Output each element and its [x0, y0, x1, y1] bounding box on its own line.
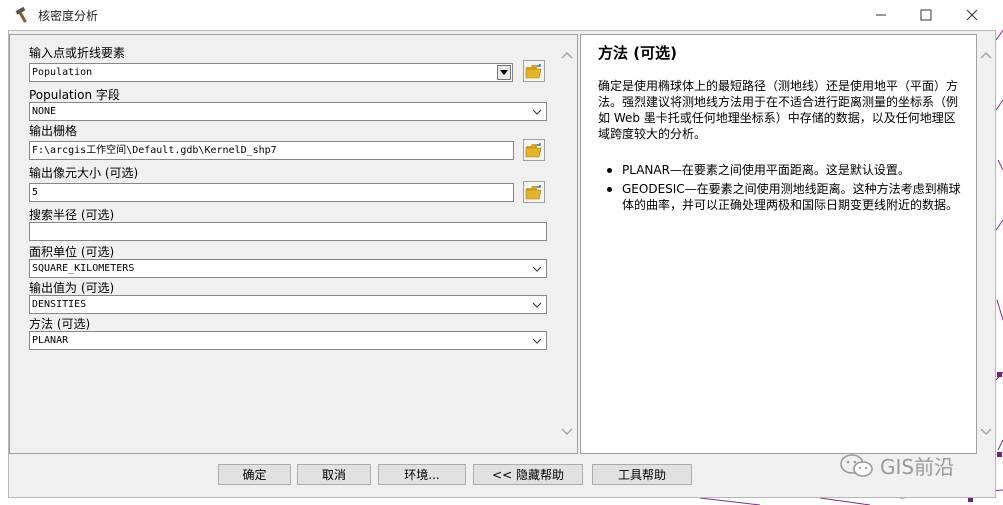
- open-folder-icon: [525, 143, 542, 158]
- cell-size-label: 输出像元大小 (可选): [29, 166, 139, 180]
- browse-output-button[interactable]: [523, 139, 545, 161]
- output-values-value: DENSITIES: [32, 299, 87, 310]
- method-label: 方法 (可选): [29, 317, 91, 331]
- area-units-value: SQUARE_KILOMETERS: [32, 263, 135, 274]
- window-title: 核密度分析: [38, 9, 99, 23]
- cell-size-value: 5: [32, 187, 39, 198]
- method-value: PLANAR: [32, 335, 69, 346]
- browse-cellsize-button[interactable]: [523, 181, 545, 203]
- maximize-icon: [920, 9, 932, 21]
- chevron-down-icon: [530, 333, 544, 348]
- bullet-icon: [607, 187, 612, 192]
- output-values-label: 输出值为 (可选): [29, 281, 115, 295]
- close-icon: [966, 9, 978, 21]
- population-field-value: NONE: [32, 106, 57, 117]
- population-field-label: Population 字段: [29, 88, 120, 102]
- chevron-down-icon: [530, 104, 544, 119]
- output-raster-label: 输出栅格: [29, 124, 78, 138]
- open-folder-icon: [525, 185, 542, 200]
- chevron-down-icon: [530, 297, 544, 312]
- wechat-icon: [840, 453, 873, 477]
- chevron-down-icon: [561, 428, 573, 436]
- maximize-button[interactable]: [903, 0, 949, 30]
- minimize-icon: [876, 14, 886, 16]
- search-radius-input[interactable]: [29, 222, 547, 241]
- cancel-button[interactable]: 取消: [297, 464, 371, 485]
- area-units-select[interactable]: SQUARE_KILOMETERS: [29, 259, 547, 278]
- title-bar[interactable]: 核密度分析: [8, 0, 996, 30]
- output-raster-input[interactable]: F:\arcgis工作空间\Default.gdb\KernelD_shp7: [29, 141, 514, 160]
- minimize-button[interactable]: [858, 0, 904, 30]
- ok-button[interactable]: 确定: [218, 464, 291, 485]
- chevron-up-icon: [980, 51, 992, 59]
- help-title: 方法 (可选): [598, 44, 677, 62]
- method-select[interactable]: PLANAR: [29, 331, 547, 350]
- environments-button[interactable]: 环境...: [378, 464, 466, 485]
- close-button[interactable]: [949, 0, 995, 30]
- watermark-text: GIS前沿: [880, 455, 955, 479]
- parameters-scrollbar[interactable]: [558, 36, 576, 452]
- chevron-down-icon: [530, 261, 544, 276]
- open-folder-icon: [525, 64, 542, 79]
- input-features-combo[interactable]: Population: [29, 63, 513, 82]
- cell-size-input[interactable]: 5: [29, 183, 514, 202]
- help-bullet-planar: PLANAR—在要素之间使用平面距离。这是默认设置。: [607, 162, 967, 178]
- watermark: GIS前沿: [838, 451, 954, 480]
- search-radius-label: 搜索半径 (可选): [29, 208, 115, 222]
- browse-input-button[interactable]: [523, 60, 545, 82]
- help-scrollbar[interactable]: [977, 36, 995, 452]
- tool-help-button[interactable]: 工具帮助: [592, 464, 692, 485]
- input-features-value: Population: [32, 67, 93, 78]
- output-raster-value: F:\arcgis工作空间\Default.gdb\KernelD_shp7: [32, 145, 277, 156]
- hammer-icon: [14, 6, 32, 24]
- population-field-select[interactable]: NONE: [29, 102, 547, 121]
- chevron-down-icon: [980, 428, 992, 436]
- hide-help-button[interactable]: << 隐藏帮助: [473, 464, 583, 485]
- help-description: 确定是使用椭球体上的最短路径（测地线）还是使用地平（平面）方法。强烈建议将测地线…: [598, 79, 959, 141]
- chevron-down-icon[interactable]: [497, 65, 511, 80]
- chevron-up-icon: [561, 51, 573, 59]
- bullet-icon: [607, 168, 612, 173]
- input-features-label: 输入点或折线要素: [29, 46, 126, 60]
- area-units-label: 面积单位 (可选): [29, 245, 115, 259]
- output-values-select[interactable]: DENSITIES: [29, 295, 547, 314]
- help-bullet-geodesic: GEODESIC—在要素之间使用测地线距离。这种方法考虑到椭球体的曲率，并可以正…: [607, 181, 967, 213]
